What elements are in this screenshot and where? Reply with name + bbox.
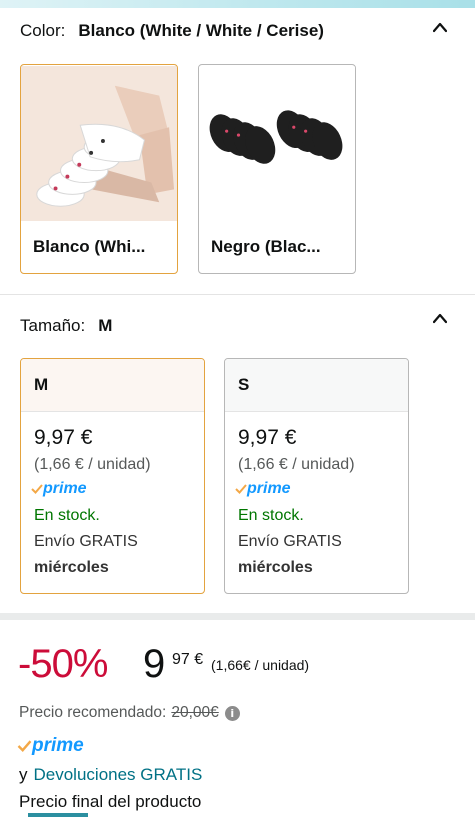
color-header: Color: Blanco (White / White / Cerise) [20, 21, 324, 41]
section-divider [0, 613, 475, 620]
price-whole: 9 [143, 642, 166, 686]
size-option-unit-price: (1,66 € / unidad) [34, 456, 151, 473]
recommended-price-value: 20,00€ [171, 704, 219, 721]
color-option-white[interactable]: Blanco (Whi... [20, 64, 178, 274]
size-option-price: 9,97 € [34, 426, 93, 449]
prime-badge: prime [235, 480, 291, 498]
color-option-black[interactable]: Negro (Blac... [198, 64, 356, 274]
prime-check-icon [235, 484, 247, 494]
stock-status: En stock. [34, 507, 100, 524]
section-divider [0, 294, 475, 295]
color-label: Color: [20, 21, 66, 40]
size-label: Tamaño: [20, 316, 86, 335]
top-gradient-strip [0, 0, 475, 8]
size-option-name: S [225, 359, 408, 412]
size-option-name: M [21, 359, 204, 412]
shipping-text: Envío GRATIS [34, 533, 138, 550]
prime-label: prime [32, 735, 84, 756]
chevron-up-icon[interactable] [433, 21, 447, 35]
price-fraction: 97 € [172, 651, 204, 668]
size-option-m[interactable]: M 9,97 € (1,66 € / unidad) prime En stoc… [20, 358, 205, 594]
price-unit: (1,66€ / unidad) [211, 657, 310, 673]
chevron-up-icon[interactable] [433, 312, 447, 326]
scroll-indicator [28, 813, 88, 817]
shipping-text: Envío GRATIS [238, 533, 342, 550]
stock-status: En stock. [238, 507, 304, 524]
prime-badge: prime [31, 480, 87, 498]
returns-line: y Devoluciones GRATIS [19, 765, 202, 785]
prime-check-icon [31, 484, 43, 494]
info-icon[interactable]: i [224, 705, 240, 721]
color-value: Blanco (White / White / Cerise) [78, 21, 324, 40]
white-socks-image [21, 65, 177, 222]
recommended-price-label: Precio recomendado: [19, 704, 167, 721]
prime-label: prime [247, 480, 291, 497]
size-header: Tamaño: M [20, 316, 112, 336]
prime-check-icon [17, 740, 32, 752]
black-socks-image [199, 65, 355, 222]
free-returns-link[interactable]: Devoluciones GRATIS [34, 765, 203, 784]
returns-prefix: y [19, 765, 28, 784]
size-option-price: 9,97 € [238, 426, 297, 449]
color-option-name: Blanco (Whi... [33, 237, 146, 256]
delivery-day: miércoles [238, 559, 313, 576]
final-price-label: Precio final del producto [19, 792, 202, 811]
discount-percent: -50% [18, 642, 108, 686]
size-option-unit-price: (1,66 € / unidad) [238, 456, 355, 473]
delivery-day: miércoles [34, 559, 109, 576]
prime-label: prime [43, 480, 87, 497]
size-option-s[interactable]: S 9,97 € (1,66 € / unidad) prime En stoc… [224, 358, 409, 594]
size-value: M [98, 316, 113, 335]
color-option-name: Negro (Blac... [211, 237, 321, 256]
prime-logo: prime [17, 735, 84, 757]
recommended-price: Precio recomendado: 20,00€ i [19, 704, 240, 722]
